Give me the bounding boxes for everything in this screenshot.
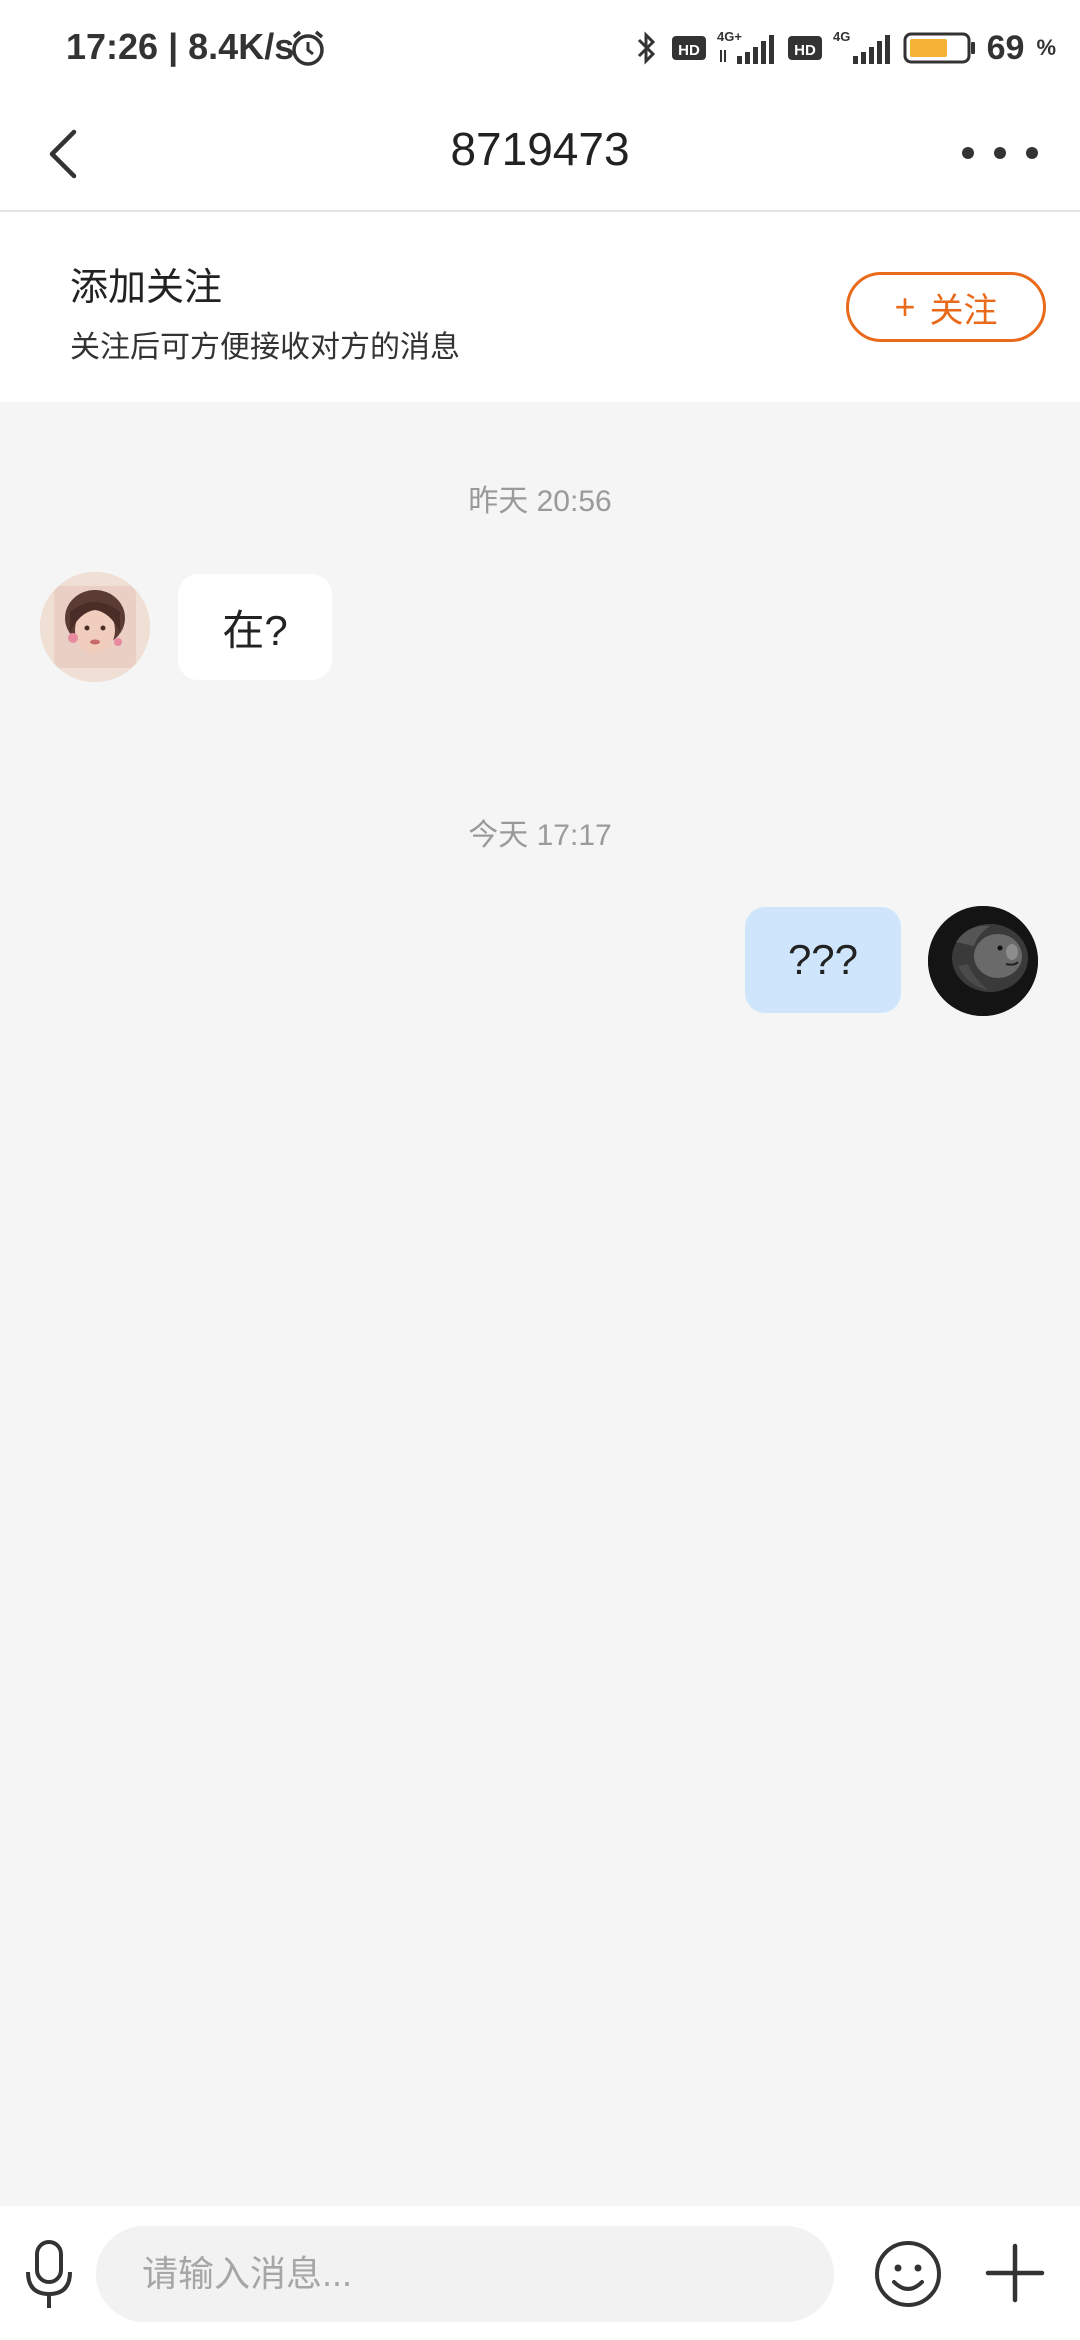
message-timestamp: 昨天 20:56 — [468, 485, 612, 518]
plus-icon[interactable] — [982, 2240, 1048, 2306]
alarm-icon — [292, 30, 324, 66]
follow-button[interactable]: + 关注 — [846, 272, 1046, 342]
follow-banner: 添加关注 关注后可方便接收对方的消息 + 关注 — [0, 212, 1080, 402]
battery-unit: % — [1036, 35, 1056, 60]
my-avatar[interactable] — [928, 906, 1038, 1016]
status-bar: 17:26 | 8.4K/s HD 4G+ HD 4G 69 % — [0, 0, 1080, 96]
bluetooth-icon — [637, 31, 655, 65]
more-icon[interactable] — [950, 118, 1050, 188]
input-bar — [0, 2206, 1080, 2340]
follow-subtitle: 关注后可方便接收对方的消息 — [70, 331, 460, 364]
svg-text:HD: HD — [678, 42, 700, 59]
battery-percent: 69 — [986, 28, 1025, 67]
my-avatar-image — [928, 906, 1038, 1016]
svg-text:4G: 4G — [833, 29, 850, 44]
page-title: 8719473 — [450, 123, 630, 175]
status-time-speed: 17:26 | 8.4K/s — [66, 26, 295, 67]
follow-plus-label: + — [894, 286, 916, 327]
emoji-icon[interactable] — [872, 2238, 944, 2310]
microphone-icon[interactable] — [20, 2236, 78, 2312]
chat-header: 8719473 — [0, 96, 1080, 212]
battery-icon — [903, 32, 975, 64]
follow-title: 添加关注 — [70, 267, 223, 309]
hd-badge-icon: HD — [671, 36, 706, 60]
message-timestamp: 今天 17:17 — [468, 819, 612, 852]
svg-text:4G+: 4G+ — [717, 29, 742, 44]
contact-avatar[interactable] — [40, 572, 150, 682]
message-input[interactable] — [96, 2226, 834, 2322]
follow-button-label: 关注 — [929, 291, 998, 330]
sent-message-bubble[interactable]: ??? — [745, 907, 901, 1013]
hd-badge-icon: HD — [787, 36, 822, 60]
svg-text:HD: HD — [794, 42, 816, 59]
signal-icon: 4G — [833, 29, 890, 64]
received-message-bubble[interactable]: 在? — [178, 574, 332, 680]
status-icons: HD 4G+ HD 4G 69% — [631, 24, 1056, 72]
signal-icon: 4G+ — [717, 29, 774, 64]
contact-avatar-image — [40, 572, 150, 682]
